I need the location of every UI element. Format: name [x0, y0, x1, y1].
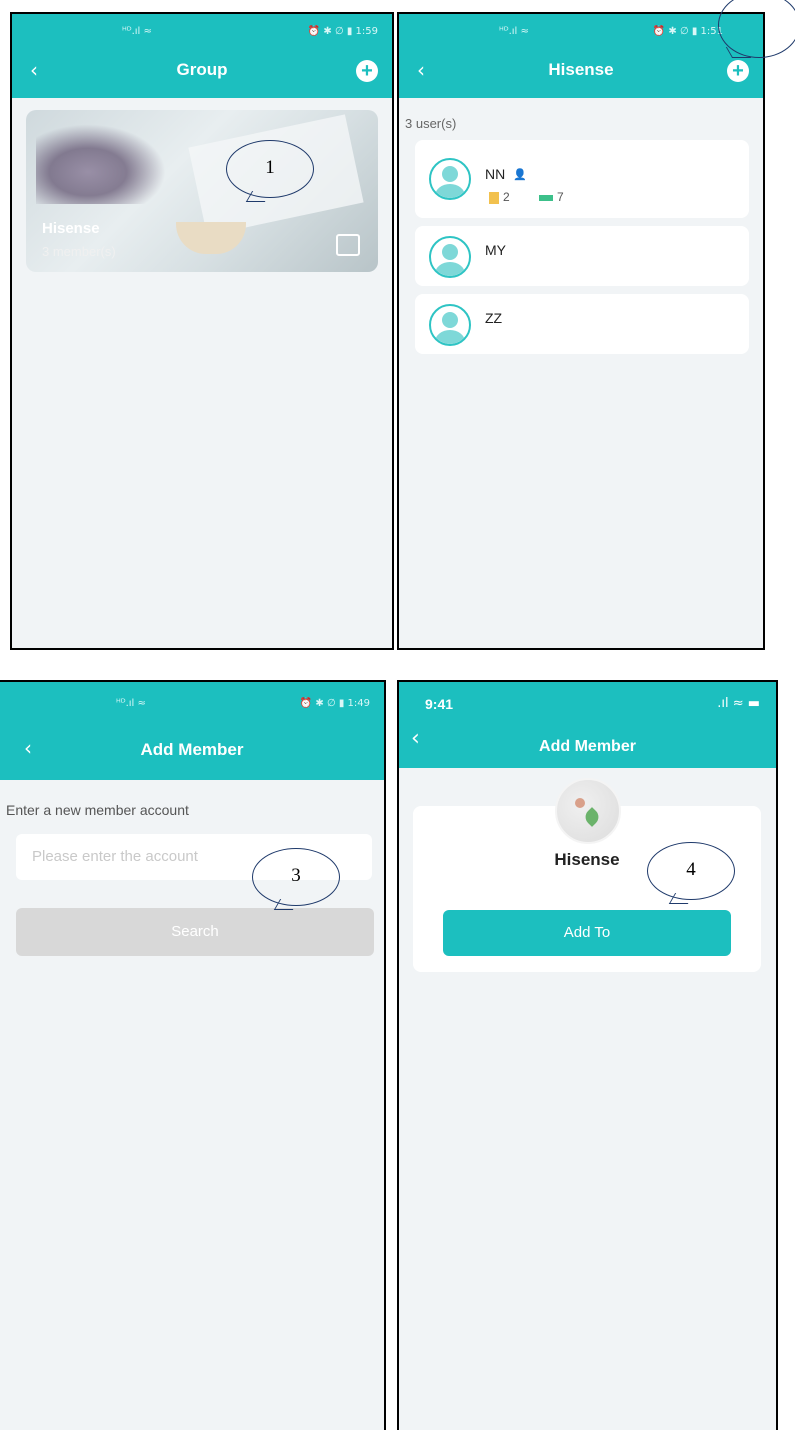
status-bar: 9:41 .ıl ≈ ▬ [399, 690, 776, 712]
device-icon [489, 191, 499, 204]
user-card[interactable]: NN 👤 2 7 [415, 140, 749, 218]
group-avatar [555, 778, 621, 844]
user-card[interactable]: ZZ [415, 294, 749, 354]
add-to-button[interactable]: Add To [443, 910, 731, 956]
signal-wifi-battery-icon: .ıl ≈ ▬ [717, 696, 760, 711]
status-bar: ᴴᴰ.ıl ≈ ⏰ ✱ ∅ ▮ 1:49 [0, 690, 384, 712]
signal-wifi-icon: ᴴᴰ.ıl ≈ [499, 26, 529, 37]
card-background-image [36, 124, 166, 204]
callout-4: 4 [647, 842, 735, 904]
header-bar: ᴴᴰ.ıl ≈ ⏰ ✱ ∅ ▮ 1:51 ‹ Hisense + [399, 14, 763, 98]
screen-add-member-confirm: 9:41 .ıl ≈ ▬ ‹ Add Member Hisense Add To… [397, 680, 778, 1430]
page-title: Add Member [140, 740, 244, 759]
status-right: ⏰ ✱ ∅ ▮ 1:59 [307, 26, 378, 37]
device-count: 2 [489, 190, 510, 204]
callout-1: 1 [226, 140, 314, 202]
header-bar: ᴴᴰ.ıl ≈ ⏰ ✱ ∅ ▮ 1:59 ‹ Group + [12, 14, 392, 98]
status-right: ⏰ ✱ ∅ ▮ 1:49 [299, 698, 370, 709]
avatar [429, 158, 471, 200]
avatar [429, 236, 471, 278]
page-title: Hisense [548, 60, 614, 79]
add-member-button[interactable]: + [727, 60, 749, 82]
page-title: Add Member [539, 738, 636, 755]
user-count: 3 user(s) [405, 116, 457, 131]
add-group-button[interactable]: + [356, 60, 378, 82]
status-right: ⏰ ✱ ∅ ▮ 1:51 [652, 26, 723, 37]
group-card[interactable]: Hisense 3 member(s) [26, 110, 378, 272]
header-bar: ᴴᴰ.ıl ≈ ⏰ ✱ ∅ ▮ 1:49 ‹ Add Member [0, 682, 384, 780]
header-bar: 9:41 .ıl ≈ ▬ ‹ Add Member [399, 682, 776, 768]
user-name: NN [485, 166, 506, 182]
card-count: 7 [539, 190, 564, 204]
edit-icon[interactable] [336, 234, 360, 256]
screen-group: ᴴᴰ.ıl ≈ ⏰ ✱ ∅ ▮ 1:59 ‹ Group + Hisense 3… [10, 12, 394, 650]
group-name: Hisense [42, 220, 100, 237]
admin-icon: 👤 [513, 168, 527, 181]
status-bar: ᴴᴰ.ıl ≈ ⏰ ✱ ∅ ▮ 1:51 [399, 22, 763, 44]
section-label: Enter a new member account [6, 802, 189, 818]
callout-2: 2 [718, 0, 795, 58]
screen-group-members: ᴴᴰ.ıl ≈ ⏰ ✱ ∅ ▮ 1:51 ‹ Hisense + 3 user(… [397, 12, 765, 650]
screen-add-member-search: ᴴᴰ.ıl ≈ ⏰ ✱ ∅ ▮ 1:49 ‹ Add Member Enter … [0, 680, 386, 1430]
signal-wifi-icon: ᴴᴰ.ıl ≈ [122, 26, 152, 37]
page-title: Group [176, 60, 228, 79]
card-icon [539, 194, 553, 201]
user-name: MY [485, 242, 506, 258]
search-button[interactable]: Search [16, 908, 374, 956]
callout-3: 3 [252, 848, 340, 910]
status-bar: ᴴᴰ.ıl ≈ ⏰ ✱ ∅ ▮ 1:59 [12, 22, 392, 44]
signal-wifi-icon: ᴴᴰ.ıl ≈ [116, 698, 146, 709]
status-time: 9:41 [425, 696, 454, 712]
avatar [429, 304, 471, 346]
user-card[interactable]: MY [415, 226, 749, 286]
user-name: ZZ [485, 310, 503, 326]
group-member-count: 3 member(s) [42, 244, 116, 259]
